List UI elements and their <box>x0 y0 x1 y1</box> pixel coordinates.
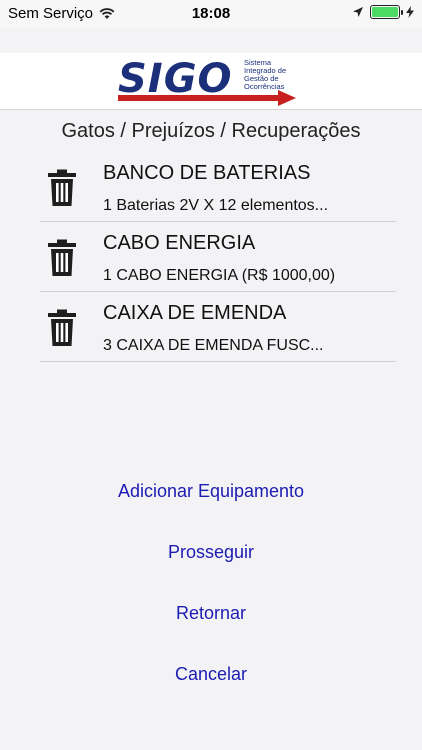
trash-icon[interactable] <box>45 169 79 207</box>
item-detail: 1 Baterias 2V X 12 elementos... <box>103 197 329 214</box>
trash-icon[interactable] <box>45 239 79 277</box>
items-list: BANCO DE BATERIAS 1 Baterias 2V X 12 ele… <box>40 152 396 362</box>
cancel-button[interactable]: Cancelar <box>0 643 422 704</box>
item-title: CAIXA DE EMENDA <box>103 302 287 324</box>
item-title: CABO ENERGIA <box>103 232 256 254</box>
actions: Adicionar Equipamento Prosseguir Retorna… <box>0 460 422 704</box>
logo-banner: SIGO Sistema Integrado de Gestão de Ocor… <box>0 53 422 110</box>
charging-bolt-icon <box>406 6 414 18</box>
add-equipment-button[interactable]: Adicionar Equipamento <box>0 460 422 521</box>
battery-icon <box>370 5 403 19</box>
item-title: BANCO DE BATERIAS <box>103 162 311 184</box>
list-item: CABO ENERGIA 1 CABO ENERGIA (R$ 1000,00) <box>40 222 396 292</box>
back-button[interactable]: Retornar <box>0 582 422 643</box>
item-detail: 1 CABO ENERGIA (R$ 1000,00) <box>103 267 336 284</box>
list-item: BANCO DE BATERIAS 1 Baterias 2V X 12 ele… <box>40 152 396 222</box>
proceed-button[interactable]: Prosseguir <box>0 521 422 582</box>
logo-subtitle: Sistema Integrado de Gestão de Ocorrênci… <box>244 58 287 91</box>
sigo-logo: SIGO Sistema Integrado de Gestão de Ocor… <box>118 57 303 107</box>
trash-icon[interactable] <box>45 309 79 347</box>
logo-arrow <box>118 90 296 106</box>
status-bar: Sem Serviço 18:08 <box>0 0 422 28</box>
list-item: CAIXA DE EMENDA 3 CAIXA DE EMENDA FUSC..… <box>40 292 396 362</box>
section-title: Gatos / Prejuízos / Recuperações <box>61 120 361 142</box>
battery-level <box>372 7 398 17</box>
status-right <box>352 5 414 19</box>
location-arrow-icon <box>353 7 363 17</box>
item-detail: 3 CAIXA DE EMENDA FUSC... <box>103 337 324 354</box>
